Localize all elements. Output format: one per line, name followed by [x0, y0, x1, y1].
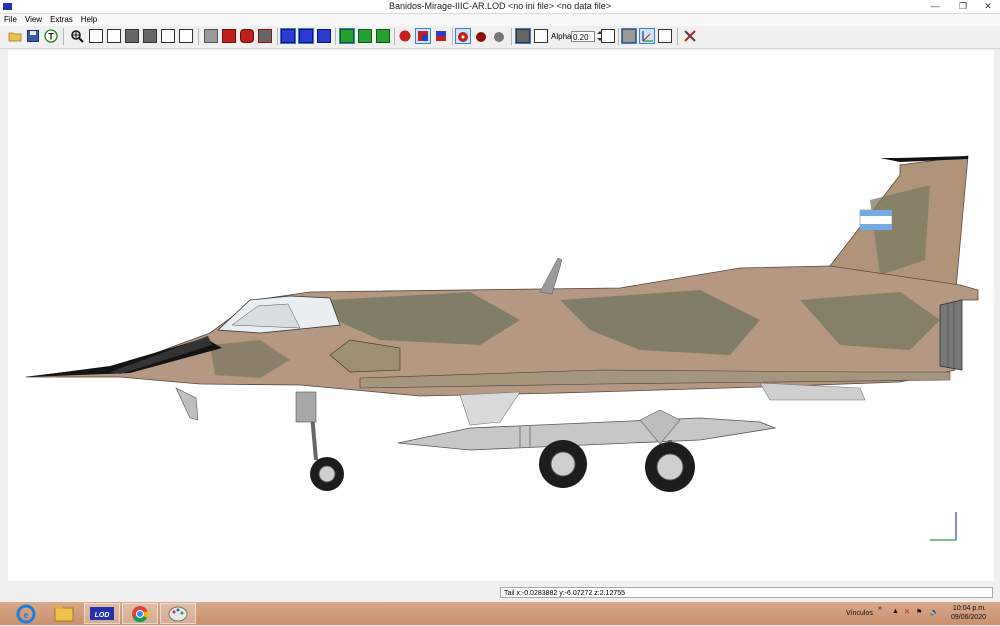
volume-icon[interactable]: 🔈 — [930, 608, 939, 616]
red-object-icon[interactable] — [398, 29, 412, 43]
tray-chevron-icon[interactable]: ▲ — [892, 608, 899, 615]
network-icon[interactable]: ✕ — [904, 608, 910, 616]
internet-explorer-icon[interactable]: e — [8, 603, 44, 624]
green-mode-2-icon[interactable] — [358, 29, 372, 43]
zoom-icon[interactable] — [70, 29, 84, 43]
wireframe-cube-icon[interactable] — [601, 29, 615, 43]
menu-view[interactable]: View — [21, 14, 46, 26]
text-tool-icon[interactable]: T — [44, 29, 58, 43]
tray-links-label[interactable]: Vínculos — [846, 610, 873, 617]
bug-gray-icon[interactable] — [492, 29, 506, 43]
tools-icon[interactable] — [683, 29, 697, 43]
shade-red-icon[interactable] — [222, 29, 236, 43]
wire-blue-1-icon[interactable] — [280, 28, 296, 44]
view-front-icon[interactable] — [89, 29, 103, 43]
restore-button[interactable]: ❐ — [950, 0, 976, 13]
wire-blue-3-icon[interactable] — [317, 29, 331, 43]
shade-smooth-icon[interactable] — [240, 29, 254, 43]
taskbar: e LOD Vínculos » ▲ ✕ ⚑ 🔈 10:04 p.m. 09/0… — [0, 602, 1000, 625]
view-right-icon[interactable] — [179, 29, 193, 43]
tray-expand-icon[interactable]: » — [878, 605, 882, 612]
shade-gray-icon[interactable] — [204, 29, 218, 43]
clock-time: 10:04 p.m. — [952, 605, 986, 612]
menu-bar: File View Extras Help — [0, 14, 1000, 26]
view-bottom-icon[interactable] — [143, 29, 157, 43]
bug-dark-icon[interactable] — [474, 29, 488, 43]
transparent-cube-icon[interactable] — [534, 29, 548, 43]
open-folder-icon[interactable] — [8, 29, 22, 43]
solid-cube-icon[interactable] — [515, 28, 531, 44]
menu-extras[interactable]: Extras — [46, 14, 77, 26]
flag-icon[interactable]: ⚑ — [916, 608, 922, 616]
alpha-field[interactable]: 0.20 — [571, 31, 595, 42]
view-top-icon[interactable] — [125, 29, 139, 43]
toolbar: T Alpha: 0.20 — [0, 26, 1000, 49]
green-mode-1-icon[interactable] — [339, 28, 355, 44]
bounding-box-icon[interactable] — [621, 28, 637, 44]
status-bar: Tail x:-0.0283882 y:-6.07272 z:2.12755 — [0, 582, 1000, 602]
texture-object-icon[interactable] — [415, 28, 431, 44]
chrome-icon[interactable] — [122, 603, 158, 624]
file-explorer-icon[interactable] — [46, 603, 82, 624]
svg-text:LOD: LOD — [95, 612, 110, 619]
box-outline-icon[interactable] — [658, 29, 672, 43]
view-left-icon[interactable] — [161, 29, 175, 43]
minimize-button[interactable]: — — [922, 0, 948, 13]
viewport-canvas[interactable] — [8, 50, 994, 581]
lod-viewer-icon[interactable]: LOD — [84, 603, 120, 624]
close-button[interactable]: ✕ — [975, 0, 1000, 13]
save-icon[interactable] — [26, 29, 40, 43]
green-mode-3-icon[interactable] — [376, 29, 390, 43]
window-title: Banidos-Mirage-IIIC-AR.LOD <no ini file>… — [388, 1, 612, 11]
axes-icon[interactable] — [639, 28, 655, 44]
aircraft-model — [25, 155, 979, 541]
title-bar: Banidos-Mirage-IIIC-AR.LOD <no ini file>… — [0, 0, 1000, 14]
svg-text:T: T — [48, 32, 54, 42]
clock[interactable]: 10:04 p.m. 09/06/2020 — [951, 604, 986, 622]
menu-help[interactable]: Help — [77, 14, 101, 26]
multi-object-icon[interactable] — [434, 29, 448, 43]
bug-red-icon[interactable] — [455, 28, 471, 44]
paint-icon[interactable] — [160, 603, 196, 624]
wire-blue-2-icon[interactable] — [298, 28, 314, 44]
coordinate-readout: Tail x:-0.0283882 y:-6.07272 z:2.12755 — [500, 587, 993, 598]
view-back-icon[interactable] — [107, 29, 121, 43]
clock-date: 09/06/2020 — [950, 614, 986, 621]
svg-text:e: e — [24, 609, 29, 621]
shade-edges-icon[interactable] — [258, 29, 272, 43]
menu-file[interactable]: File — [0, 14, 21, 26]
